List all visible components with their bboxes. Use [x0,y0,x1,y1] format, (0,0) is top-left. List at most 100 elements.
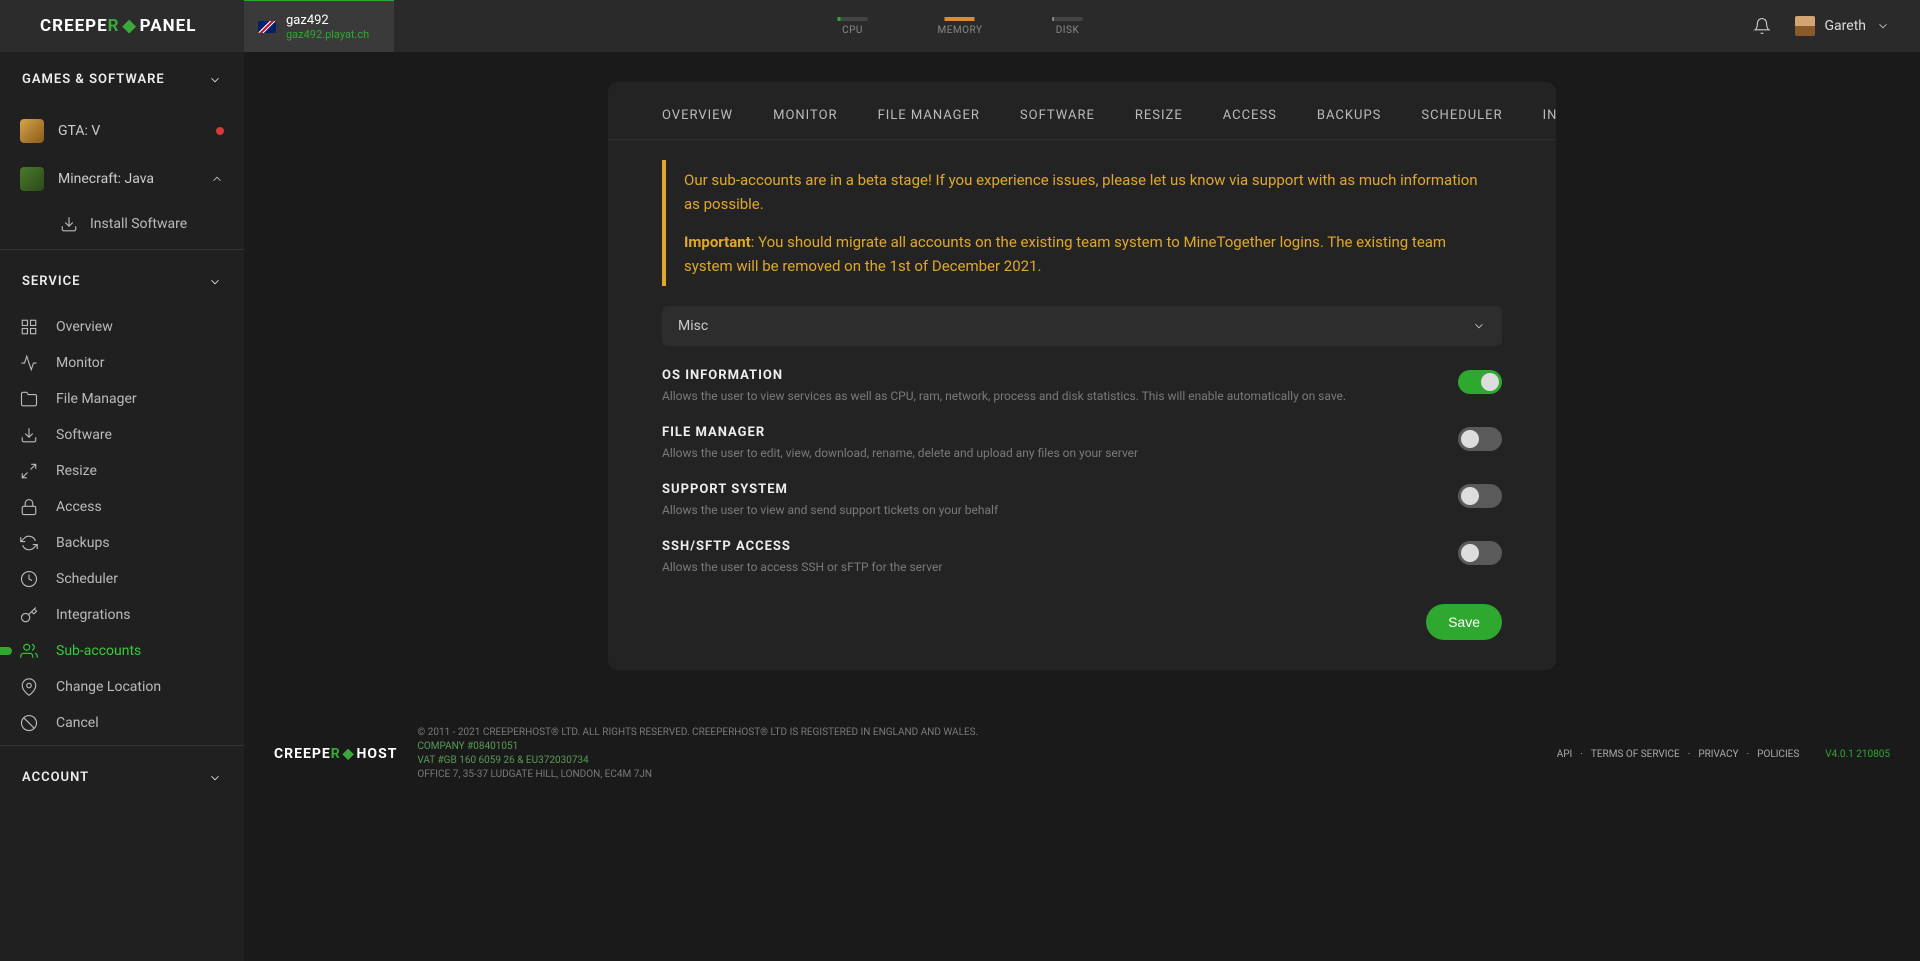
toggle-support[interactable] [1458,484,1502,508]
divider [0,249,244,250]
footer-links: API · TERMS OF SERVICE · PRIVACY · POLIC… [1557,749,1890,760]
rotate-icon [20,534,38,552]
notice-line1: Our sub-accounts are in a beta stage! If… [684,168,1484,216]
topbar: CREEPER◆PANEL gaz492 gaz492.playat.ch CP… [0,0,1920,52]
game-minecraft[interactable]: Minecraft: Java [0,155,244,203]
folder-icon [20,390,38,408]
tab-software[interactable]: SOFTWARE [1020,108,1095,123]
install-software[interactable]: Install Software [0,203,244,245]
key-icon [20,606,38,624]
creeper-icon: ◆ [123,16,137,36]
game-gta[interactable]: GTA: V [0,107,244,155]
nav-changelocation[interactable]: Change Location [0,669,244,705]
slash-icon [20,714,38,732]
brand-accent: R [108,16,120,36]
perm-file-manager: FILE MANAGER Allows the user to edit, vi… [662,425,1502,460]
perm-os-info: OS INFORMATION Allows the user to view s… [662,368,1502,403]
server-name: gaz492 [286,13,369,28]
beta-notice: Our sub-accounts are in a beta stage! If… [662,160,1502,286]
lock-icon [20,498,38,516]
memory-bar [945,17,975,21]
nav-resize-label: Resize [56,463,97,479]
perm-support: SUPPORT SYSTEM Allows the user to view a… [662,482,1502,517]
gta-icon [20,119,44,143]
toggle-os-info[interactable] [1458,370,1502,394]
notice-line2: : You should migrate all accounts on the… [684,233,1446,275]
brand-text-1: CREEPE [40,16,108,36]
nav-integrations[interactable]: Integrations [0,597,244,633]
link-tos[interactable]: TERMS OF SERVICE [1591,749,1680,760]
perm-desc: Allows the user to edit, view, download,… [662,446,1138,460]
users-icon [20,642,38,660]
clock-icon [20,570,38,588]
category-dropdown[interactable]: Misc [662,306,1502,346]
dropdown-label: Misc [678,318,708,334]
tab-filemanager[interactable]: FILE MANAGER [878,108,980,123]
tab-monitor[interactable]: MONITOR [773,108,837,123]
notice-important: Important [684,233,751,251]
nav-monitor-label: Monitor [56,355,105,371]
nav-backups[interactable]: Backups [0,525,244,561]
server-tab[interactable]: gaz492 gaz492.playat.ch [244,0,394,52]
footer-company: COMPANY #08401051 [417,740,978,754]
section-games[interactable]: GAMES & SOFTWARE [0,52,244,107]
section-account[interactable]: ACCOUNT [0,750,244,805]
nav-monitor[interactable]: Monitor [0,345,244,381]
section-service[interactable]: SERVICE [0,254,244,309]
resource-memory[interactable]: MEMORY [938,17,983,36]
footer-copyright: © 2011 - 2021 CREEPERHOST® LTD. ALL RIGH… [417,726,978,740]
link-privacy[interactable]: PRIVACY [1698,749,1738,760]
tab-access[interactable]: ACCESS [1223,108,1277,123]
toggle-ssh[interactable] [1458,541,1502,565]
version: V4.0.1 210805 [1825,749,1890,760]
tabs: OVERVIEW MONITOR FILE MANAGER SOFTWARE R… [608,82,1556,140]
section-account-label: ACCOUNT [22,770,89,785]
divider [0,745,244,746]
tab-resize[interactable]: RESIZE [1135,108,1183,123]
tab-overview[interactable]: OVERVIEW [662,108,733,123]
tab-scheduler[interactable]: SCHEDULER [1421,108,1502,123]
map-pin-icon [20,678,38,696]
chevron-up-icon [210,172,224,186]
link-api[interactable]: API [1557,749,1573,760]
brand-text-2: PANEL [140,16,197,36]
footer-text: © 2011 - 2021 CREEPERHOST® LTD. ALL RIGH… [417,726,978,782]
grid-icon [20,318,38,336]
nav-access[interactable]: Access [0,489,244,525]
footer-address: OFFICE 7, 35-37 LUDGATE HILL, LONDON, EC… [417,768,978,782]
perm-title: SUPPORT SYSTEM [662,482,998,497]
bell-icon[interactable] [1753,17,1771,35]
nav-subaccounts[interactable]: Sub-accounts [0,633,244,669]
save-button[interactable]: Save [1426,604,1502,640]
disk-bar [1052,17,1082,21]
nav-cancel[interactable]: Cancel [0,705,244,741]
game-gta-label: GTA: V [58,123,202,139]
nav-overview[interactable]: Overview [0,309,244,345]
perm-desc: Allows the user to access SSH or sFTP fo… [662,560,942,574]
install-label: Install Software [90,216,187,232]
tab-integ[interactable]: INTEG [1543,108,1556,123]
link-policies[interactable]: POLICIES [1757,749,1799,760]
nav-software[interactable]: Software [0,417,244,453]
perm-ssh: SSH/SFTP ACCESS Allows the user to acces… [662,539,1502,574]
brand-logo[interactable]: CREEPER◆PANEL [0,0,244,52]
user-menu[interactable]: Gareth [1795,16,1890,36]
resource-cpu[interactable]: CPU [838,17,868,36]
chevron-down-icon [208,771,222,785]
nav-software-label: Software [56,427,112,443]
nav-scheduler[interactable]: Scheduler [0,561,244,597]
minecraft-icon [20,167,44,191]
perm-desc: Allows the user to view and send support… [662,503,998,517]
nav-resize[interactable]: Resize [0,453,244,489]
footer-vat: VAT #GB 160 6059 26 & EU372030734 [417,754,978,768]
toggle-file-manager[interactable] [1458,427,1502,451]
resource-disk[interactable]: DISK [1052,17,1082,36]
sidebar: GAMES & SOFTWARE GTA: V Minecraft: Java … [0,52,244,961]
flag-uk-icon [258,21,276,33]
nav-filemanager[interactable]: File Manager [0,381,244,417]
user-name: Gareth [1825,18,1866,34]
tab-backups[interactable]: BACKUPS [1317,108,1381,123]
game-mc-label: Minecraft: Java [58,171,196,187]
chevron-down-icon [208,275,222,289]
chevron-down-icon [1472,319,1486,333]
